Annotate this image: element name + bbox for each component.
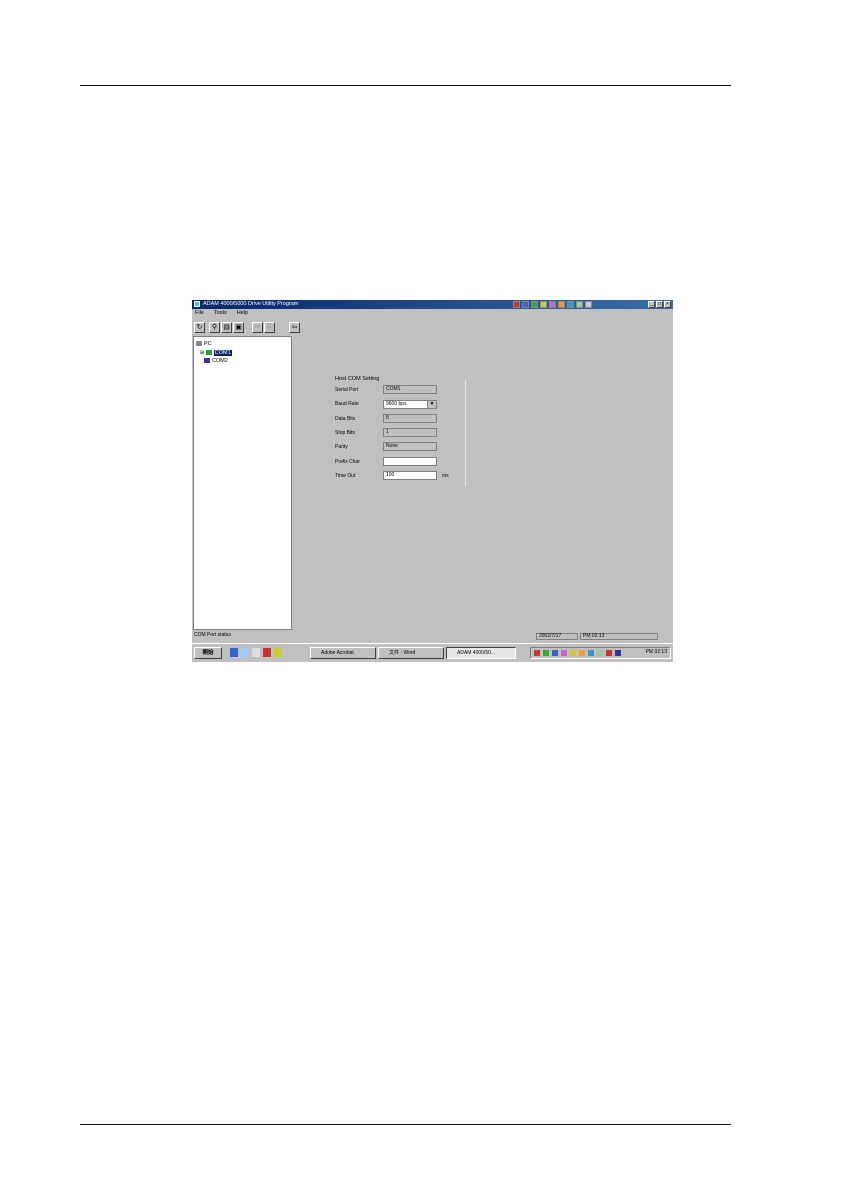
status-text: COM Port status xyxy=(194,632,231,638)
tree-item-label: COM1 xyxy=(213,350,232,356)
timeout-input[interactable]: 100 xyxy=(383,471,437,480)
tool-icon[interactable] xyxy=(567,301,574,308)
tray-icon[interactable] xyxy=(534,650,540,656)
window-controls: _ □ × xyxy=(648,301,671,308)
exit-icon[interactable]: ⇦ xyxy=(289,322,300,333)
field-label: Serial Port xyxy=(335,387,359,393)
app-quicklaunch-icon[interactable] xyxy=(263,648,271,657)
tray-icon[interactable] xyxy=(588,650,594,656)
tray-icon[interactable] xyxy=(606,650,612,656)
timeout-unit: ms xyxy=(442,473,449,479)
task-acrobat[interactable]: Adobe Acrobat xyxy=(310,647,376,659)
tool-icon[interactable] xyxy=(531,301,538,308)
maximize-icon[interactable]: □ xyxy=(656,301,663,308)
window-title: ADAM 4000/5000 Drive Utility Program xyxy=(203,301,299,307)
field-label: Baud Rate xyxy=(335,401,359,407)
copy-icon[interactable]: ⎘ xyxy=(264,322,275,333)
tree-root-label: PC xyxy=(204,341,212,347)
tool-icon[interactable] xyxy=(576,301,583,308)
bottom-rule xyxy=(80,1124,731,1125)
title-tool-icons xyxy=(513,301,592,308)
tool-icon[interactable] xyxy=(585,301,592,308)
menu-tools[interactable]: Tools xyxy=(214,310,227,319)
tool-icon[interactable] xyxy=(549,301,556,308)
parity-field: None xyxy=(383,442,437,451)
field-label: Stop Bits xyxy=(335,430,356,436)
prefix-char-input[interactable] xyxy=(383,457,437,466)
baud-rate-select[interactable]: 9600 bps ▼ xyxy=(383,400,437,409)
cut-icon[interactable]: ✂ xyxy=(252,322,263,333)
stop-bits-field: 1 xyxy=(383,428,437,437)
desktop-icon[interactable] xyxy=(252,648,260,657)
group-title: Host COM Setting xyxy=(335,376,380,382)
app-window: ADAM 4000/5000 Drive Utility Program _ □… xyxy=(192,300,673,662)
tool-icon[interactable] xyxy=(540,301,547,308)
tree-item-com1[interactable]: ⊞ COM1 xyxy=(200,350,232,356)
task-word[interactable]: 文件 - Word xyxy=(378,647,444,659)
tool-icon[interactable] xyxy=(513,301,520,308)
device-tree: PC ⊞ COM1 COM2 xyxy=(193,336,292,630)
port-icon xyxy=(205,350,212,356)
terminal-icon[interactable]: ▤ xyxy=(221,322,232,333)
field-label: Parity xyxy=(335,444,348,450)
status-bar: COM Port status 2002/7/17 PM 02:13 xyxy=(192,632,673,641)
tray-icon[interactable] xyxy=(597,650,603,656)
tray-icon[interactable] xyxy=(570,650,576,656)
status-date: 2002/7/17 xyxy=(536,633,578,640)
data-bits-field: 8 xyxy=(383,414,437,423)
title-bar: ADAM 4000/5000 Drive Utility Program _ □… xyxy=(192,300,673,309)
chevron-down-icon[interactable]: ▼ xyxy=(427,401,436,408)
toolbar: ↻ ⚲ ▤ ▣ ✂ ⎘ ⇦ xyxy=(192,321,673,334)
port-icon xyxy=(204,358,210,364)
refresh-icon[interactable]: ↻ xyxy=(194,322,205,333)
baud-rate-value: 9600 bps xyxy=(386,401,407,407)
clock: PM 02:13 xyxy=(645,649,667,655)
minimize-icon[interactable]: _ xyxy=(648,301,655,308)
tool-icon[interactable] xyxy=(522,301,529,308)
tool-icon[interactable] xyxy=(558,301,565,308)
tray-icon[interactable] xyxy=(552,650,558,656)
tree-item-label: COM2 xyxy=(212,358,228,364)
ie-icon[interactable] xyxy=(230,648,238,657)
field-label: Data Bits xyxy=(335,416,356,422)
computer-icon xyxy=(196,341,202,347)
search-icon[interactable]: ⚲ xyxy=(209,322,220,333)
task-adam-utility[interactable]: ADAM 4000/50... xyxy=(446,647,516,659)
field-label: Time Out xyxy=(335,473,356,479)
app-quicklaunch-icon[interactable] xyxy=(274,648,282,657)
tray-icon[interactable] xyxy=(615,650,621,656)
disk-icon[interactable]: ▣ xyxy=(233,322,244,333)
tray-icon[interactable] xyxy=(579,650,585,656)
tree-root[interactable]: PC xyxy=(196,341,212,347)
tray-icon[interactable] xyxy=(543,650,549,656)
tray-icon[interactable] xyxy=(561,650,567,656)
menu-file[interactable]: File xyxy=(195,310,204,319)
start-button[interactable]: 開始 xyxy=(194,647,222,659)
settings-panel: Host COM Setting Serial Port COM1 Baud R… xyxy=(296,336,672,630)
expand-icon[interactable]: ⊞ xyxy=(200,350,204,356)
menu-bar: File Tools Help xyxy=(192,310,673,319)
field-label: Prefix Char xyxy=(335,459,361,465)
outlook-icon[interactable] xyxy=(241,648,249,657)
menu-help[interactable]: Help xyxy=(237,310,248,319)
taskbar: 開始 Adobe Acrobat 文件 - Word ADAM 4000/50.… xyxy=(192,643,673,662)
tree-item-com2[interactable]: COM2 xyxy=(204,358,228,364)
close-icon[interactable]: × xyxy=(664,301,671,308)
app-icon xyxy=(194,301,200,307)
status-time: PM 02:13 xyxy=(580,633,658,640)
top-rule xyxy=(80,85,731,86)
serial-port-field: COM1 xyxy=(383,385,437,394)
system-tray: PM 02:13 xyxy=(530,647,671,659)
